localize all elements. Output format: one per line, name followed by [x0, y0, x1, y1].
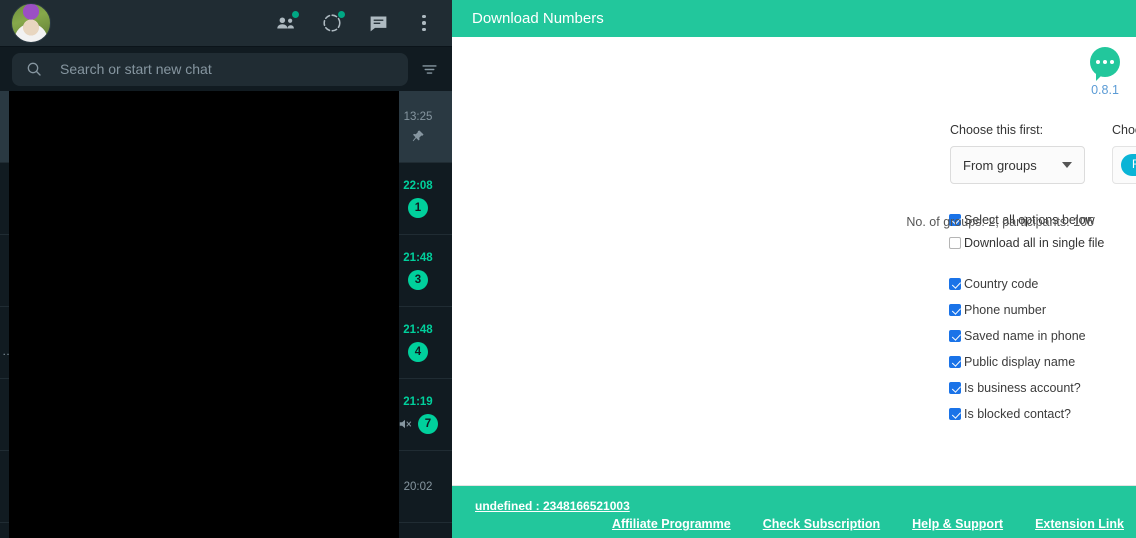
- checkbox-label: Is business account?: [964, 381, 1081, 395]
- filter-icon[interactable]: [418, 61, 440, 78]
- panel-footer: undefined : 2348166521003 Affiliate Prog…: [452, 485, 1136, 538]
- unread-badge: 7: [418, 413, 438, 434]
- chat-timestamp: 21:48: [403, 251, 433, 264]
- footer-link-check-subscription[interactable]: Check Subscription: [763, 517, 880, 531]
- panel-body: 0.8.1 Choose this first: From groups Cho…: [452, 37, 1136, 485]
- chooser-row: Choose this first: From groups Choose th…: [950, 123, 1136, 184]
- unread-badge: 3: [408, 269, 428, 290]
- footer-link-group: Affiliate Programme Check Subscription H…: [612, 517, 1124, 531]
- pin-icon: [411, 129, 425, 143]
- new-chat-icon[interactable]: [366, 11, 390, 35]
- checkbox-phone-number[interactable]: Phone number: [949, 303, 1136, 317]
- unread-badge: 1: [408, 197, 428, 218]
- chat-timestamp: 13:25: [403, 110, 433, 123]
- chat-timestamp: 21:48: [403, 323, 433, 336]
- page-title: Download Numbers: [472, 10, 604, 27]
- source-type-select[interactable]: From groups: [950, 146, 1085, 184]
- chat-timestamp: 20:02: [403, 480, 433, 493]
- checkbox-label: Saved name in phone: [964, 329, 1086, 343]
- chat-meta-row: 7: [398, 413, 438, 434]
- search-input[interactable]: Search or start new chat: [12, 52, 408, 86]
- muted-icon: [398, 417, 412, 431]
- search-icon: [26, 61, 42, 77]
- chat-bubble-icon[interactable]: [1090, 47, 1120, 81]
- options-grid: Country code Phone number Saved name in …: [949, 277, 1136, 433]
- status-unread-dot: [338, 11, 345, 18]
- community-icon[interactable]: [274, 11, 299, 35]
- account-status: undefined : 2348166521003: [475, 499, 630, 513]
- unread-badge: 4: [408, 341, 428, 362]
- chat-timestamp: 21:19: [403, 395, 433, 408]
- choose-next-label: Choose this next:: [1112, 123, 1136, 137]
- checkbox-label: Public display name: [964, 355, 1076, 369]
- chevron-down-icon: [1062, 162, 1072, 168]
- footer-link-extension-link[interactable]: Extension Link: [1035, 517, 1124, 531]
- checkbox-label: Phone number: [964, 303, 1047, 317]
- checkbox-box[interactable]: [949, 278, 961, 290]
- checkbox-single-file[interactable]: Download all in single file: [949, 236, 1104, 250]
- version-number: 0.8.1: [1091, 83, 1119, 97]
- version-block: 0.8.1: [1090, 47, 1120, 97]
- choose-next-group: Choose this next: Friends ✕ Dev. Lounge …: [1112, 123, 1136, 184]
- app-root: Search or start new chat 13:25 22:08 1 2…: [0, 0, 1136, 538]
- redacted-region: [9, 91, 399, 538]
- group-count-text: No. of groups: 2, participants: 105: [906, 215, 1094, 229]
- checkbox-box[interactable]: [949, 237, 961, 249]
- status-ring-icon[interactable]: [320, 11, 345, 35]
- checkbox-box[interactable]: [949, 304, 961, 316]
- checkbox-saved-name-in-phone[interactable]: Saved name in phone: [949, 329, 1136, 343]
- checkbox-box[interactable]: [949, 408, 961, 420]
- whatsapp-header: [0, 0, 452, 47]
- community-unread-dot: [292, 11, 299, 18]
- footer-link-affiliate-programme[interactable]: Affiliate Programme: [612, 517, 731, 531]
- choose-first-group: Choose this first: From groups: [950, 123, 1112, 184]
- checkbox-public-display-name[interactable]: Public display name: [949, 355, 1136, 369]
- tag-chip[interactable]: Friends ✕: [1121, 154, 1136, 176]
- chat-meta: 20:02: [393, 451, 443, 522]
- checkbox-is-business-account[interactable]: Is business account?: [949, 381, 1136, 395]
- chat-meta: 19:59 192: [393, 523, 443, 538]
- search-placeholder: Search or start new chat: [60, 61, 212, 77]
- avatar[interactable]: [11, 3, 51, 43]
- options-column-1: Country code Phone number Saved name in …: [949, 277, 1136, 433]
- checkbox-box[interactable]: [949, 382, 961, 394]
- header-icon-group: [274, 11, 436, 35]
- menu-icon[interactable]: [412, 11, 436, 35]
- chat-meta: 22:08 1: [393, 163, 443, 234]
- checkbox-label: Is blocked contact?: [964, 407, 1072, 421]
- chat-meta: 13:25: [393, 91, 443, 162]
- source-type-value: From groups: [963, 157, 1037, 173]
- panel-header: Download Numbers: [452, 0, 1136, 37]
- footer-link-help-support[interactable]: Help & Support: [912, 517, 1003, 531]
- whatsapp-sidebar: Search or start new chat 13:25 22:08 1 2…: [0, 0, 452, 538]
- checkbox-box[interactable]: [949, 330, 961, 342]
- checkbox-box[interactable]: [949, 356, 961, 368]
- group-tags-input[interactable]: Friends ✕ Dev. Lounge ✕: [1112, 146, 1136, 184]
- checkbox-country-code[interactable]: Country code: [949, 277, 1136, 291]
- chat-meta: 21:48 4: [393, 307, 443, 378]
- chat-timestamp: 22:08: [403, 179, 433, 192]
- choose-first-label: Choose this first:: [950, 123, 1044, 137]
- checkbox-label: Country code: [964, 277, 1039, 291]
- tag-label: Friends: [1132, 159, 1136, 171]
- checkbox-is-blocked-contact[interactable]: Is blocked contact?: [949, 407, 1136, 421]
- chat-meta: 21:48 3: [393, 235, 443, 306]
- chat-meta: 21:19 7: [393, 379, 443, 450]
- checkbox-label: Download all in single file: [964, 236, 1105, 250]
- search-bar-container: Search or start new chat: [0, 47, 452, 91]
- download-numbers-panel: Download Numbers 0.8.1 Choose this first…: [452, 0, 1136, 538]
